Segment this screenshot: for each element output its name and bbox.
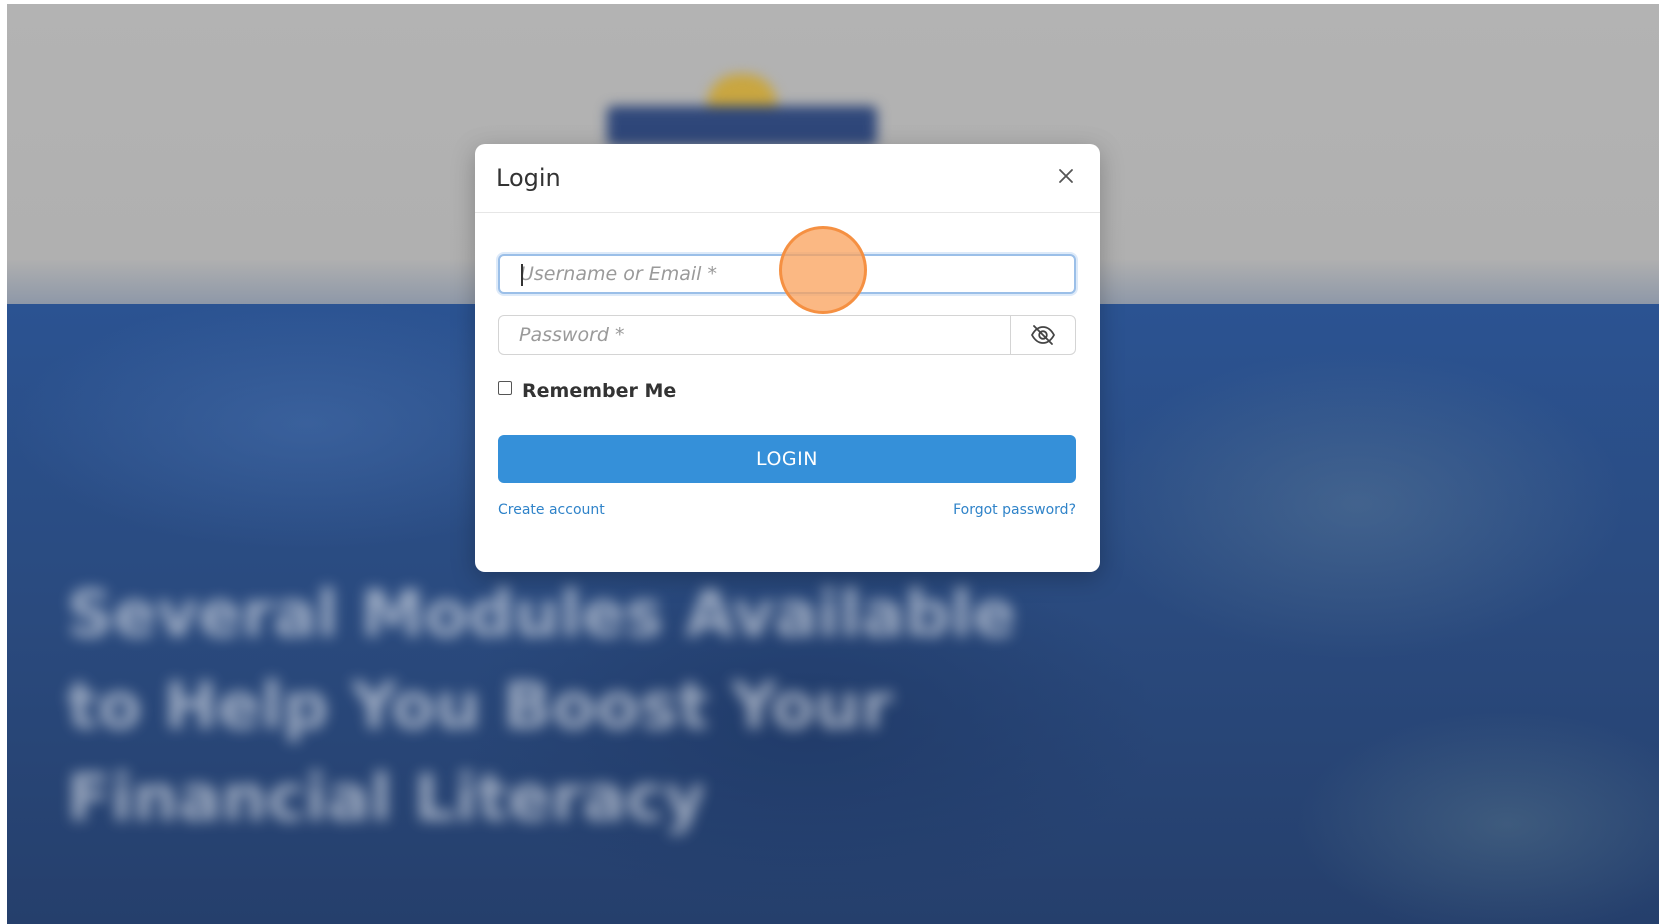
close-button[interactable] (1052, 162, 1080, 190)
logo-wordmark (607, 106, 877, 146)
username-input[interactable] (500, 256, 1074, 292)
remember-me-row[interactable]: Remember Me (498, 380, 676, 402)
username-field[interactable] (498, 254, 1076, 294)
create-account-link[interactable]: Create account (498, 502, 605, 518)
password-field[interactable] (498, 315, 1076, 355)
eye-slash-icon (1030, 325, 1056, 345)
brand-logo (607, 54, 877, 146)
hero-headline-line: Financial Literacy (67, 762, 706, 836)
modal-header: Login (475, 144, 1100, 213)
hero-headline-line: to Help You Boost Your (67, 670, 893, 744)
remember-me-label[interactable]: Remember Me (522, 380, 676, 402)
password-input[interactable] (499, 316, 1009, 354)
text-caret (521, 264, 523, 286)
toggle-password-visibility-button[interactable] (1010, 316, 1075, 354)
remember-me-checkbox[interactable] (498, 381, 512, 395)
login-button[interactable]: LOGIN (498, 435, 1076, 483)
logo-emblem (707, 74, 777, 110)
forgot-password-link[interactable]: Forgot password? (953, 502, 1076, 518)
modal-title: Login (496, 164, 561, 192)
hero-headline: Several Modules Available to Help You Bo… (67, 569, 1016, 845)
login-modal: Login Remember Me LOGIN Create account F… (475, 144, 1100, 572)
hero-headline-line: Several Modules Available (67, 578, 1016, 652)
close-icon (1059, 169, 1073, 183)
